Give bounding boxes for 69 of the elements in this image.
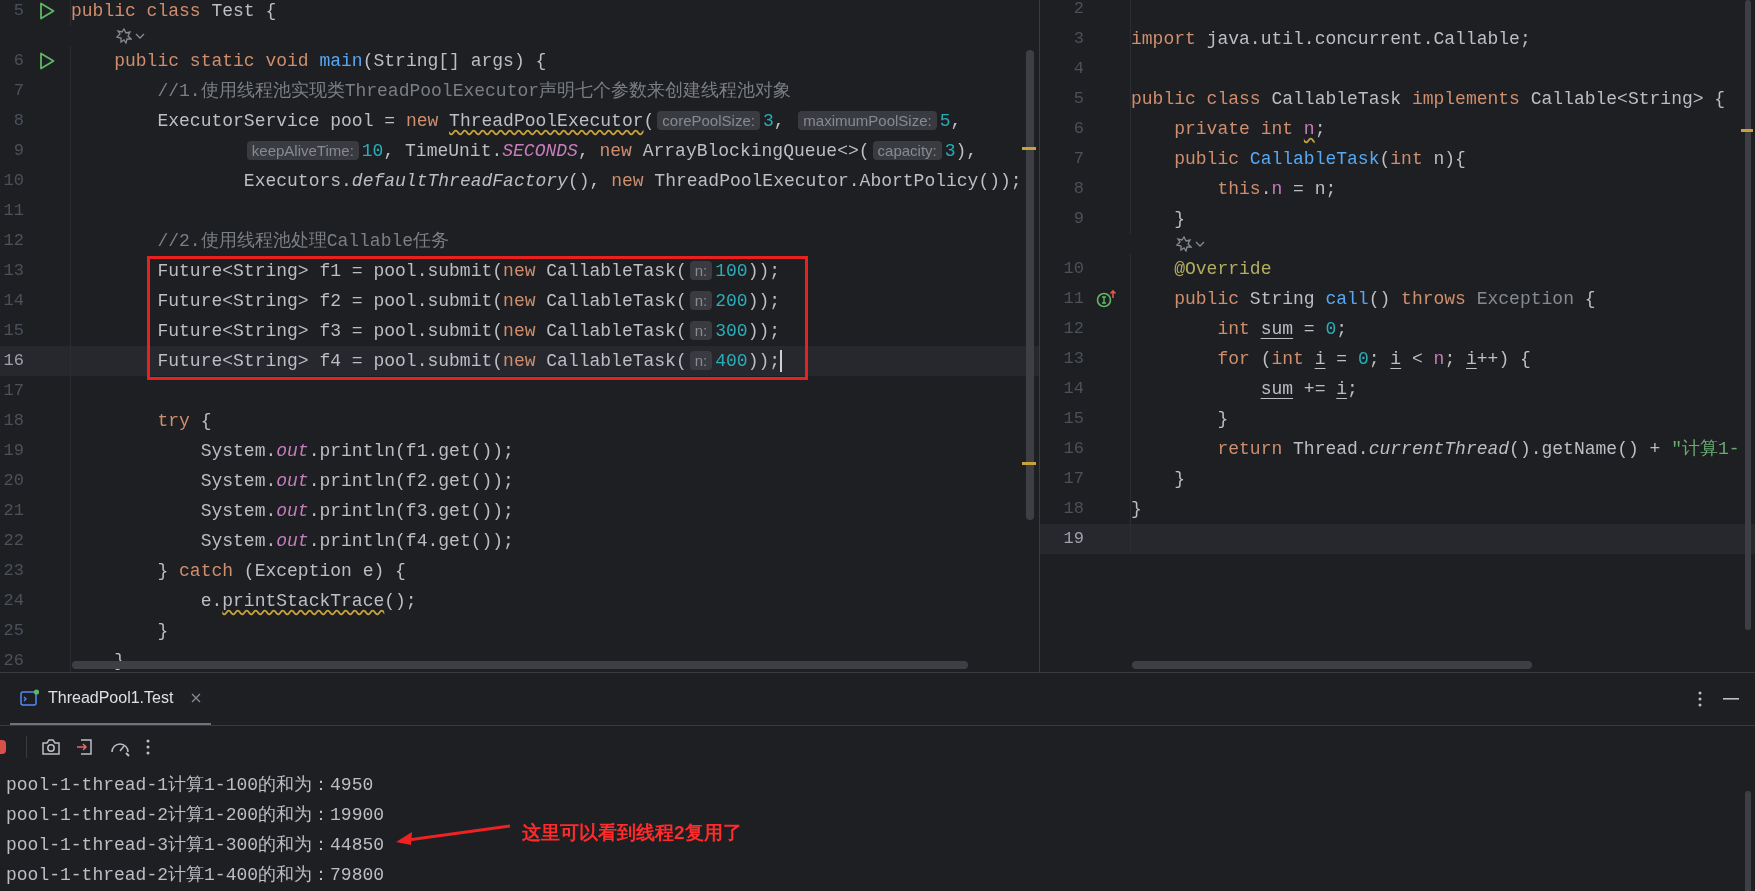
inlay-hints-button[interactable] (116, 28, 145, 44)
code-line: public class CallableTask implements Callable<String> { (1131, 87, 1726, 111)
scrollbar[interactable] (1026, 50, 1034, 520)
line-number: 19 (1063, 529, 1084, 549)
code-line: } (1173, 207, 1186, 231)
close-icon[interactable] (191, 693, 202, 703)
scrollbar[interactable] (1745, 0, 1751, 630)
code-line: Future<String> f1 = pool.submit(new CallableTask( n: 100)); (156, 259, 781, 283)
warning-marker (1022, 147, 1036, 150)
text-cursor (780, 350, 783, 372)
code-line: public static void main(String[] args) { (113, 49, 547, 73)
code-line: } (1173, 467, 1186, 491)
warning-marker (1741, 129, 1753, 132)
code-line: System.out.println(f3.get()); (199, 499, 514, 523)
exit-icon[interactable] (75, 737, 95, 757)
chevron-down-icon (1195, 241, 1205, 247)
code-line: Future<String> f3 = pool.submit(new CallableTask( n: 300)); (156, 319, 781, 343)
code-line: System.out.println(f1.get()); (199, 439, 514, 463)
stop-icon[interactable] (0, 740, 6, 754)
more-icon[interactable] (1697, 690, 1703, 708)
code-line: public String call() throws Exception { (1173, 287, 1596, 311)
scrollbar[interactable] (1745, 791, 1751, 891)
code-line: } (1131, 497, 1142, 521)
code-line: @Override (1173, 257, 1272, 281)
pinwheel-icon (116, 28, 132, 44)
code-line: } catch (Exception e) { (156, 559, 406, 583)
camera-icon[interactable] (41, 738, 61, 756)
inlay-hints-button[interactable] (1176, 236, 1205, 252)
code-line: System.out.println(f2.get()); (199, 469, 514, 493)
minimize-icon[interactable] (1723, 697, 1739, 701)
console-line: pool-1-thread-2计算1-400的和为：79800 (6, 863, 385, 887)
run-tab[interactable]: ThreadPool1.Test (10, 673, 212, 725)
annotation-text: 这里可以看到线程2复用了 (522, 821, 742, 845)
code-line: //1.使用线程池实现类ThreadPoolExecutor声明七个参数来创建线程池对象 (156, 79, 792, 103)
code-line: public CallableTask(int n){ (1173, 147, 1466, 171)
run-icon[interactable] (39, 2, 55, 20)
more-icon[interactable] (145, 738, 151, 756)
console-line: pool-1-thread-1计算1-100的和为：4950 (6, 773, 374, 797)
chevron-down-icon (135, 33, 145, 39)
code-line: sum += i; (1259, 377, 1358, 401)
code-line: //2.使用线程池处理Callable任务 (156, 229, 450, 253)
code-line: keepAliveTime: 10, TimeUnit.SECONDS, new ArrayBlockingQueue<>( capacity: 3), (71, 137, 978, 165)
arrow-icon (394, 823, 512, 847)
code-editor[interactable] (0, 0, 1040, 672)
code-line: ExecutorService pool = new ThreadPoolExecutor( corePoolSize: 3, maximumPoolSize: 5, (156, 109, 962, 133)
code-line: System.out.println(f4.get()); (199, 529, 514, 553)
code-line: Future<String> f4 = pool.submit(new CallableTask( n: 400)); (156, 349, 781, 373)
run-icon[interactable] (39, 52, 55, 70)
console-line: pool-1-thread-2计算1-200的和为：19900 (6, 803, 385, 827)
code-line: } (156, 619, 169, 643)
warning-marker (1022, 462, 1036, 465)
code-line: e.printStackTrace(); (199, 589, 417, 613)
code-line: } (1216, 407, 1229, 431)
gutter-marker-icon[interactable] (1096, 289, 1118, 309)
code-line: try { (156, 409, 212, 433)
code-line: Executors.defaultThreadFactory(), new ThreadPoolExecutor.AbortPolicy()); (242, 169, 1022, 193)
code-line: public class Test { (71, 0, 277, 23)
code-line: int sum = 0; (1216, 317, 1348, 341)
code-line: for (int i = 0; i < n; i++) { (1216, 347, 1531, 371)
code-line: return Thread.currentThread().getName() + "计算1- (1216, 437, 1740, 461)
pinwheel-icon (1176, 236, 1192, 252)
console-icon (20, 689, 40, 707)
line-number: 16 (3, 351, 24, 371)
code-line: this.n = n; (1216, 177, 1337, 201)
code-line: private int n; (1173, 117, 1326, 141)
code-line: Future<String> f2 = pool.submit(new CallableTask( n: 200)); (156, 289, 781, 313)
console-line: pool-1-thread-3计算1-300的和为：44850 (6, 833, 385, 857)
code-line: import java.util.concurrent.Callable; (1131, 27, 1531, 51)
scrollbar[interactable] (1132, 661, 1532, 669)
